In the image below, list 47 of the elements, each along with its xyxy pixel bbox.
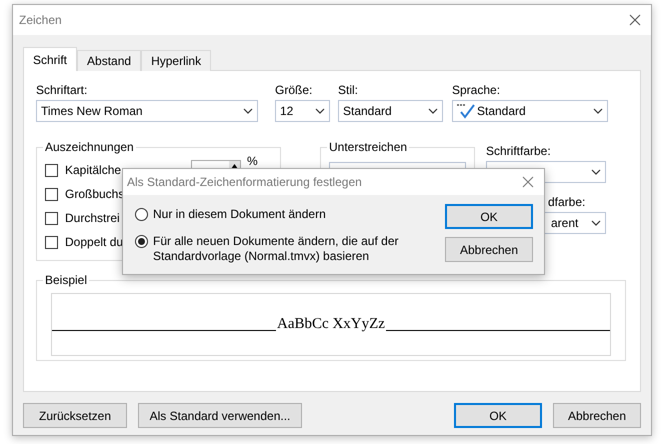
window-title: Zeichen (19, 13, 62, 27)
dropdown[interactable]: Standard (452, 100, 608, 122)
radio-button[interactable] (135, 208, 148, 221)
field-label: Sprache: (452, 83, 502, 98)
window-title: Als Standard-Zeichenformatierung festlegen (127, 175, 362, 189)
dialog-button[interactable]: OK (454, 403, 542, 428)
field-label: dfarbe: (547, 195, 586, 210)
checkbox-label: Großbuchs (65, 186, 124, 202)
dropdown[interactable]: Standard (338, 100, 443, 122)
group-title: Beispiel (44, 273, 88, 287)
checkbox[interactable] (45, 164, 58, 176)
dropdown[interactable]: Times New Roman (36, 100, 258, 122)
unit-label: % (247, 155, 258, 168)
chevron-down-icon (593, 108, 603, 114)
field-label: Schriftfarbe: (486, 144, 552, 159)
tab[interactable]: Hyperlink (141, 50, 212, 71)
radio-label: Für alle neuen Dokumente ändern, die auf der Standardvorlage (Normal.tmvx) basieren (153, 234, 400, 264)
checkbox-label: Kapitälche (65, 162, 122, 178)
group-title: Unterstreichen (328, 140, 408, 154)
chevron-down-icon (591, 169, 601, 175)
radio-button[interactable] (135, 235, 148, 248)
chevron-down-icon (243, 108, 253, 114)
radio-label: Nur in diesem Dokument ändern (153, 207, 327, 222)
preview-sample: AaBbCc XxYyZz (276, 316, 386, 333)
close-icon[interactable] (522, 176, 534, 188)
dialog-button[interactable]: Abbrechen (553, 403, 641, 428)
tab[interactable]: Schrift (23, 47, 78, 71)
checkbox-label: Durchstrei (65, 210, 120, 226)
dialog-button[interactable]: OK (445, 204, 533, 229)
checkbox[interactable] (45, 236, 58, 248)
checkbox[interactable] (45, 188, 58, 200)
group-title: Auszeichnungen (44, 140, 135, 154)
dialog-button[interactable]: Zurücksetzen (23, 403, 127, 428)
chevron-down-icon (315, 108, 325, 114)
tab[interactable]: Abstand (77, 50, 142, 71)
close-icon[interactable] (629, 14, 641, 26)
chevron-down-icon (428, 108, 438, 114)
field-label: Stil: (338, 83, 360, 98)
field-label: Schriftart: (36, 83, 88, 98)
dialog-button[interactable]: Abbrechen (445, 237, 533, 262)
chevron-down-icon (591, 220, 601, 226)
checkbox[interactable] (45, 212, 58, 224)
dropdown[interactable]: 12 (275, 100, 330, 122)
field-label: Größe: (275, 83, 314, 98)
checkbox-label: Doppelt du (65, 234, 124, 250)
dialog-button[interactable]: Als Standard verwenden... (138, 403, 302, 428)
spellcheck-icon (457, 103, 475, 119)
